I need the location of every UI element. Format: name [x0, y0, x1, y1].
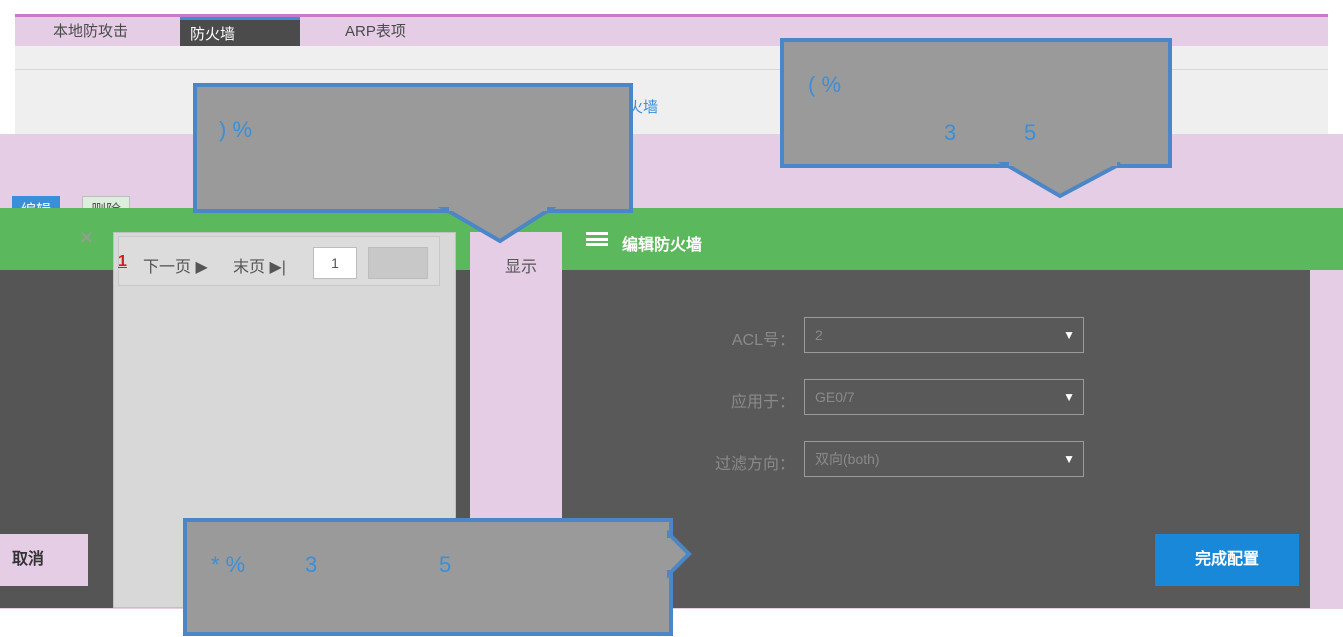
page-number-input[interactable]: 1 [313, 247, 357, 279]
tab-arp-table[interactable]: ARP表项 [335, 17, 416, 46]
callout-2-tail [997, 160, 1121, 199]
tab-local-attack-defense[interactable]: 本地防攻击 [43, 17, 138, 46]
callout-2-text-b: 3 [944, 120, 957, 145]
next-page-link[interactable]: 下一页 ▶ [143, 253, 208, 277]
callout-2-text-c: 5 [1024, 120, 1037, 145]
close-icon[interactable]: ✕ [79, 228, 94, 249]
acl-select[interactable]: 2 ▼ [804, 317, 1084, 353]
tab-firewall[interactable]: 防火墙 [180, 17, 300, 46]
last-page-link[interactable]: 末页 ▶| [233, 253, 286, 277]
callout-3-text-b: 3 [305, 552, 318, 577]
filter-direction-label: 过滤方向： [714, 456, 795, 473]
callout-3-text-c: 5 [439, 552, 452, 577]
menu-icon [586, 232, 608, 246]
callout-1-text: ) % [219, 117, 252, 142]
callout-1-tail [437, 205, 557, 244]
filter-direction-select[interactable]: 双向(both) ▼ [804, 441, 1084, 477]
callout-2-text-a: ( % [808, 72, 841, 97]
apply-to-select-value: GE0/7 [815, 389, 855, 405]
filter-direction-select-value: 双向(both) [815, 451, 880, 467]
current-page-number[interactable]: 1 [118, 253, 127, 271]
go-page-button[interactable] [368, 247, 428, 279]
apply-to-select[interactable]: GE0/7 ▼ [804, 379, 1084, 415]
right-edge-panel [1313, 534, 1343, 586]
show-label: 显示 [505, 259, 538, 276]
top-bar [0, 0, 1343, 10]
dropdown-arrow-icon: ▼ [1063, 328, 1075, 342]
annotation-callout-2: ( % 3 5 [780, 38, 1172, 168]
dropdown-arrow-icon: ▼ [1063, 390, 1075, 404]
finish-config-button[interactable]: 完成配置 [1155, 534, 1299, 586]
acl-select-value: 2 [815, 327, 823, 343]
acl-label: ACL号： [731, 332, 795, 349]
annotation-callout-1: ) % [193, 83, 633, 213]
callout-3-tail [665, 530, 692, 579]
callout-3-text-a: * % [211, 552, 246, 577]
annotation-callout-3: * % 3 5 [183, 518, 673, 636]
dropdown-arrow-icon: ▼ [1063, 452, 1075, 466]
cancel-button[interactable]: 取消 [0, 534, 88, 586]
dialog-title: 编辑防火墙 [622, 237, 703, 254]
apply-to-label: 应用于： [730, 394, 795, 411]
